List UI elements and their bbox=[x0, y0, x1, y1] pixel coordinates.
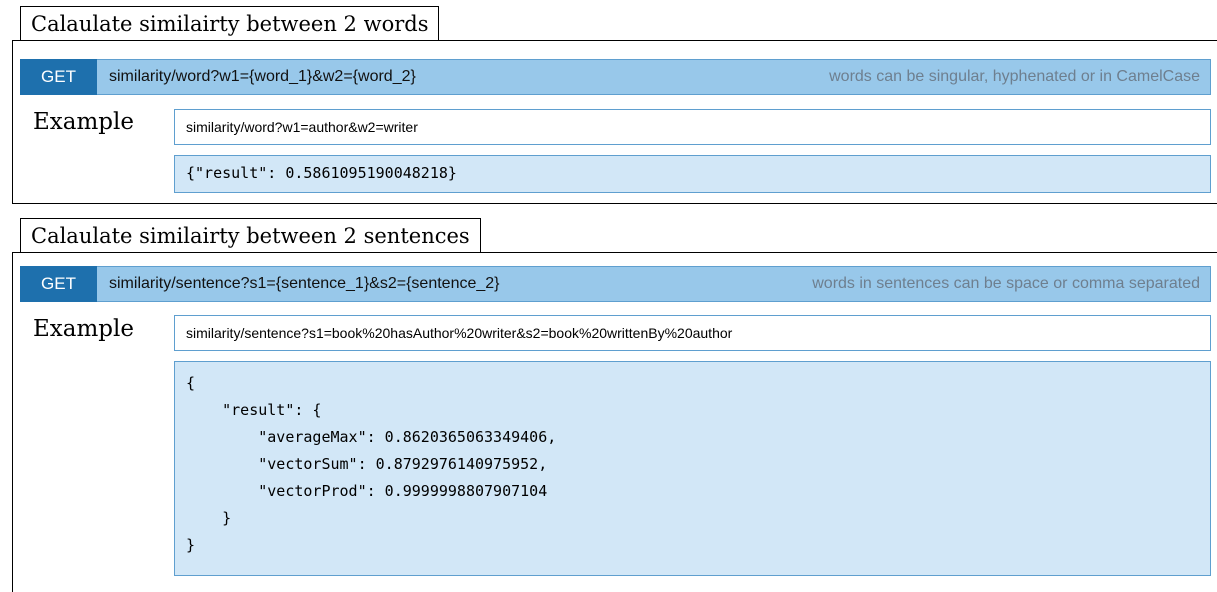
endpoint-note: words can be singular, hyphenated or in … bbox=[829, 68, 1200, 85]
method-badge: GET bbox=[20, 59, 97, 95]
response-line: {"result": 0.5861095190048218} bbox=[186, 164, 457, 182]
endpoint-path[interactable]: similarity/word?w1={word_1}&w2={word_2} bbox=[109, 60, 416, 94]
section-title: Calaulate similairty between 2 words bbox=[20, 6, 440, 40]
endpoint-bar: GET similarity/sentence?s1={sentence_1}&… bbox=[20, 266, 1211, 302]
method-badge: GET bbox=[20, 266, 97, 302]
section-title: Calaulate similairty between 2 sentences bbox=[20, 218, 481, 252]
response-line: "averageMax": 0.8620365063349406, bbox=[186, 428, 557, 446]
response-line: "vectorSum": 0.8792976140975952, bbox=[186, 455, 548, 473]
endpoint-note: words in sentences can be space or comma… bbox=[812, 275, 1200, 292]
response-line: "result": { bbox=[186, 401, 322, 419]
response-line: } bbox=[186, 536, 196, 554]
response-line: "vectorProd": 0.9999998807907104 bbox=[186, 482, 548, 500]
example-response: {"result": 0.5861095190048218} bbox=[174, 155, 1211, 193]
example-label: Example bbox=[33, 316, 134, 342]
response-line: } bbox=[186, 509, 232, 527]
example-response: { "result": { "averageMax": 0.8620365063… bbox=[174, 361, 1211, 576]
example-label: Example bbox=[33, 109, 134, 135]
example-request[interactable]: similarity/sentence?s1=book%20hasAuthor%… bbox=[174, 315, 1211, 351]
endpoint-path[interactable]: similarity/sentence?s1={sentence_1}&s2={… bbox=[109, 267, 500, 301]
response-line: { bbox=[186, 374, 196, 392]
example-request[interactable]: similarity/word?w1=author&w2=writer bbox=[174, 109, 1211, 145]
endpoint-bar: GET similarity/word?w1={word_1}&w2={word… bbox=[20, 59, 1211, 95]
